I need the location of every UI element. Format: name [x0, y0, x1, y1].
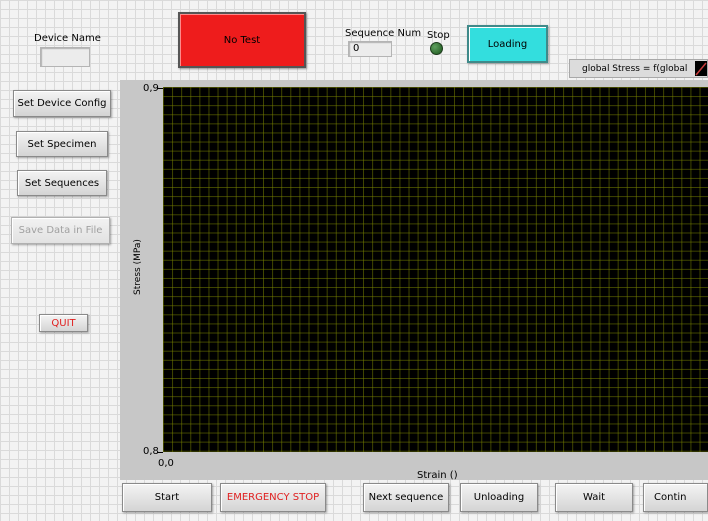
y-tick-mark-bottom [157, 452, 163, 453]
plot-area[interactable] [163, 87, 708, 452]
quit-button[interactable]: QUIT [39, 314, 88, 332]
stop-label: Stop [427, 30, 450, 41]
x-tick-label-start: 0,0 [158, 458, 174, 469]
sequence-num-label: Sequence Num [345, 28, 422, 39]
device-name-field[interactable] [40, 47, 90, 67]
save-data-button[interactable]: Save Data in File [11, 217, 110, 244]
next-sequence-button[interactable]: Next sequence [363, 483, 449, 512]
x-axis-label: Strain () [417, 470, 458, 481]
y-axis-label: Stress (MPa) [133, 239, 143, 295]
plot-legend: global Stress = f(global [569, 59, 708, 78]
y-tick-mark-top [157, 88, 163, 89]
unloading-button[interactable]: Unloading [460, 483, 538, 512]
stop-led-indicator[interactable] [430, 42, 443, 55]
wait-button[interactable]: Wait [555, 483, 633, 512]
legend-line-swatch-icon [695, 61, 707, 76]
emergency-stop-button[interactable]: EMERGENCY STOP [220, 483, 326, 512]
continue-button[interactable]: Contin [643, 483, 708, 512]
set-device-config-button[interactable]: Set Device Config [13, 90, 111, 117]
sequence-num-field: 0 [348, 41, 392, 57]
start-button[interactable]: Start [122, 483, 212, 512]
loading-mode-button[interactable]: Loading [467, 25, 548, 63]
test-status-indicator: No Test [178, 12, 306, 68]
legend-label: global Stress = f(global [582, 63, 688, 74]
set-specimen-button[interactable]: Set Specimen [16, 131, 108, 157]
device-name-label: Device Name [34, 33, 101, 44]
set-sequences-button[interactable]: Set Sequences [17, 170, 107, 196]
